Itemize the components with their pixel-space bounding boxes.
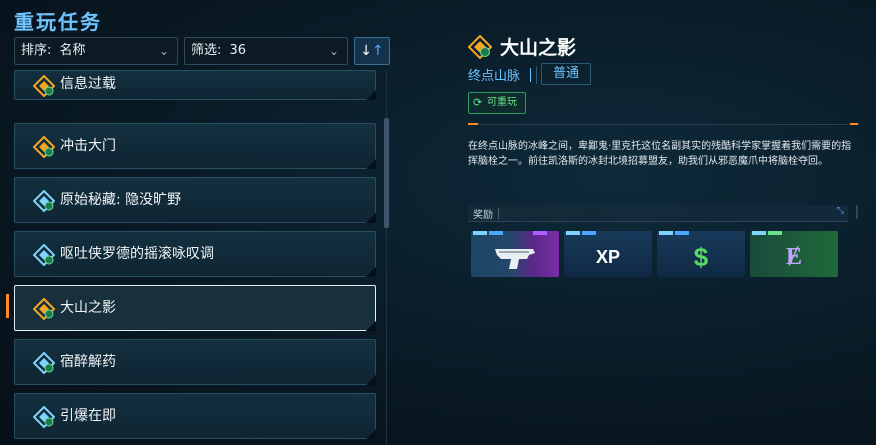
sort-direction-button[interactable]: ↓↑ [354,37,390,65]
divider [530,68,531,82]
mission-name: 大山之影 [60,300,116,316]
mission-title: 大山之影 [500,37,577,59]
filter-label: 筛选: [191,43,222,58]
rewards-label: 奖励 [473,210,493,221]
divider-accent [468,123,478,125]
page-title: 重玩任务 [14,10,102,34]
mission-name: 原始秘藏: 隐没旷野 [60,192,182,208]
sort-dropdown[interactable]: 排序: 名称 ⌄ [14,37,178,65]
scrollbar-thumb[interactable] [384,118,389,228]
difficulty-label: 普通 [552,66,579,81]
main-mission-icon [468,35,492,59]
cash-text: $ [693,242,709,272]
chevron-down-icon: ⌄ [328,44,339,58]
reward-weapon-card[interactable] [471,231,559,277]
replayable-label: 可重玩 [487,97,517,108]
mission-item[interactable]: 原始秘藏: 隐没旷野 [14,177,376,223]
pistol-icon [495,249,535,269]
divider [498,208,499,219]
selection-marker [6,294,9,318]
chevron-down-icon: ⌄ [158,44,169,58]
difficulty-tag: 普通 [541,63,591,85]
sort-label: 排序: [21,43,52,58]
cash-icon: $ [657,237,745,277]
side-mission-icon [33,190,55,212]
replayable-badge: ⟳ 可重玩 [468,92,526,114]
divider [856,205,858,219]
side-mission-icon [33,352,55,374]
mission-item[interactable]: 宿醉解药 [14,339,376,385]
mission-item[interactable]: 信息过载 [14,70,376,100]
mission-item-selected[interactable]: 大山之影 [14,285,376,331]
mission-name: 信息过载 [60,76,116,92]
mission-list: 信息过载 冲击大门 原始秘藏: 隐没旷野 呕吐侠罗德的摇滚咏叹调 大山之影 宿醉… [14,70,378,445]
expand-arrow-icon: ⤡ [836,206,844,216]
divider-accent [850,123,858,125]
xp-text: XP [595,247,620,267]
replay-icon: ⟳ [473,96,483,109]
mission-meta: 终点山脉 普通 [468,63,591,85]
side-mission-icon [33,244,55,266]
eridium-text: Ɇ [785,244,802,270]
mission-item[interactable]: 呕吐侠罗德的摇滚咏叹调 [14,231,376,277]
mission-name: 引爆在即 [60,408,116,424]
reward-xp-card[interactable]: XP [564,231,652,277]
eridium-icon: Ɇ [750,237,838,277]
mission-name: 呕吐侠罗德的摇滚咏叹调 [60,246,214,262]
main-mission-icon [33,136,55,158]
rewards-header: 奖励 ⤡ [468,205,858,222]
mission-item[interactable]: 冲击大门 [14,123,376,169]
mission-list-scrollbar[interactable] [383,70,391,445]
mission-region: 终点山脉 [468,69,521,84]
side-mission-icon [33,406,55,428]
mission-name: 宿醉解药 [60,354,116,370]
section-divider [468,124,860,125]
mission-item[interactable]: 引爆在即 [14,393,376,439]
xp-icon: XP [564,237,652,277]
filter-value: 36 [229,43,247,58]
reward-eridium-card[interactable]: Ɇ [750,231,838,277]
filter-dropdown[interactable]: 筛选: 36 ⌄ [184,37,348,65]
divider [536,66,537,84]
reward-cash-card[interactable]: $ [657,231,745,277]
main-mission-icon [33,75,55,97]
sort-value: 名称 [59,43,86,58]
main-mission-icon [33,298,55,320]
mission-name: 冲击大门 [60,138,116,154]
sort-down-up-icon: ↓↑ [360,43,384,59]
mission-description: 在终点山脉的冰峰之间，卑鄙鬼·里克托这位名副其实的残酷科学家掌握着我们需要的指挥… [468,141,852,167]
